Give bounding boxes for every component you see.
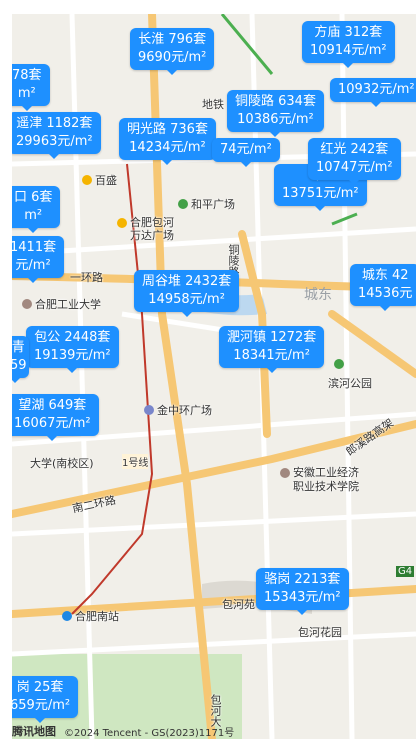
price-bubble[interactable]: 淝河镇 1272套 18341元/m² [219, 326, 325, 373]
price-bubble[interactable]: 78套 m² [12, 64, 50, 111]
price-bubble[interactable]: 遥津 1182套 29963元/m² [12, 112, 101, 159]
price-bubble[interactable]: 长淮 796套 9690元/m² [130, 28, 215, 75]
price-bubble[interactable]: 方庙 312套 10914元/m² [302, 21, 395, 68]
school-icon [22, 299, 32, 309]
price-bubble[interactable]: 岗 25套 659元/m² [12, 676, 79, 723]
place-binhe-park[interactable] [334, 359, 344, 369]
price-bubble[interactable]: 明光路 736套 14234元/m² [119, 118, 216, 165]
price-bubble[interactable]: 10932元/m² [330, 78, 416, 107]
place-anhui-college[interactable]: 安徽工业经济 职业技术学院 [280, 466, 359, 494]
map-copyright: ©2024 Tencent - GS(2023)1171号 [64, 727, 235, 739]
price-bubble[interactable]: 望湖 649套 16067元/m² [12, 394, 99, 441]
map-canvas[interactable]: 城东 一环路 南二环路 郎溪路高架 铜陵路 地铁 1号线 包河大 G4 百盛 和… [12, 14, 416, 739]
park-icon [178, 199, 188, 209]
price-bubble[interactable]: 骆岗 2213套 15343元/m² [256, 568, 349, 615]
school-icon [280, 468, 290, 478]
price-bubble[interactable]: 包公 2448套 19139元/m² [26, 326, 119, 373]
place-heping-square[interactable]: 和平广场 [178, 196, 235, 212]
shop-icon [82, 175, 92, 185]
map-footer: 腾讯地图 ©2024 Tencent - GS(2023)1171号 [12, 723, 416, 739]
place-hefei-south[interactable]: 合肥南站 [62, 608, 119, 624]
place-hfut[interactable]: 合肥工业大学 [22, 296, 101, 312]
price-bubble[interactable]: 口 6套 m² [12, 186, 61, 233]
price-bubble[interactable]: 红光 242套 10747元/m² [308, 138, 401, 185]
district-label-chengdong: 城东 [304, 287, 332, 303]
price-bubble[interactable]: 铜陵路 634套 10386元/m² [227, 90, 324, 137]
place-binhe-label: 滨河公园 [328, 377, 372, 390]
place-jinzhonghuan[interactable]: 金中环广场 [144, 402, 212, 418]
place-baohe-yuan: 包河苑 [222, 598, 255, 611]
park-icon [334, 359, 344, 369]
place-baohe-garden: 包河花园 [298, 626, 342, 639]
place-wanda[interactable]: 合肥包河 万达广场 [117, 216, 174, 242]
price-bubble[interactable]: 青 59 [12, 336, 29, 383]
place-baisheng[interactable]: 百盛 [82, 172, 117, 188]
price-bubble[interactable]: 城东 42 14536元 [350, 264, 416, 311]
train-station-icon [62, 611, 72, 621]
price-bubble[interactable]: 74元/m² [212, 138, 280, 167]
place-daxue-nan: 大学(南校区) [30, 457, 94, 470]
price-bubble[interactable]: 1411套 元/m² [12, 236, 65, 283]
building-icon [144, 405, 154, 415]
price-bubble[interactable]: 周谷堆 2432套 14958元/m² [134, 270, 240, 317]
mall-icon [117, 218, 127, 228]
map-brand-logo: 腾讯地图 [12, 725, 56, 738]
